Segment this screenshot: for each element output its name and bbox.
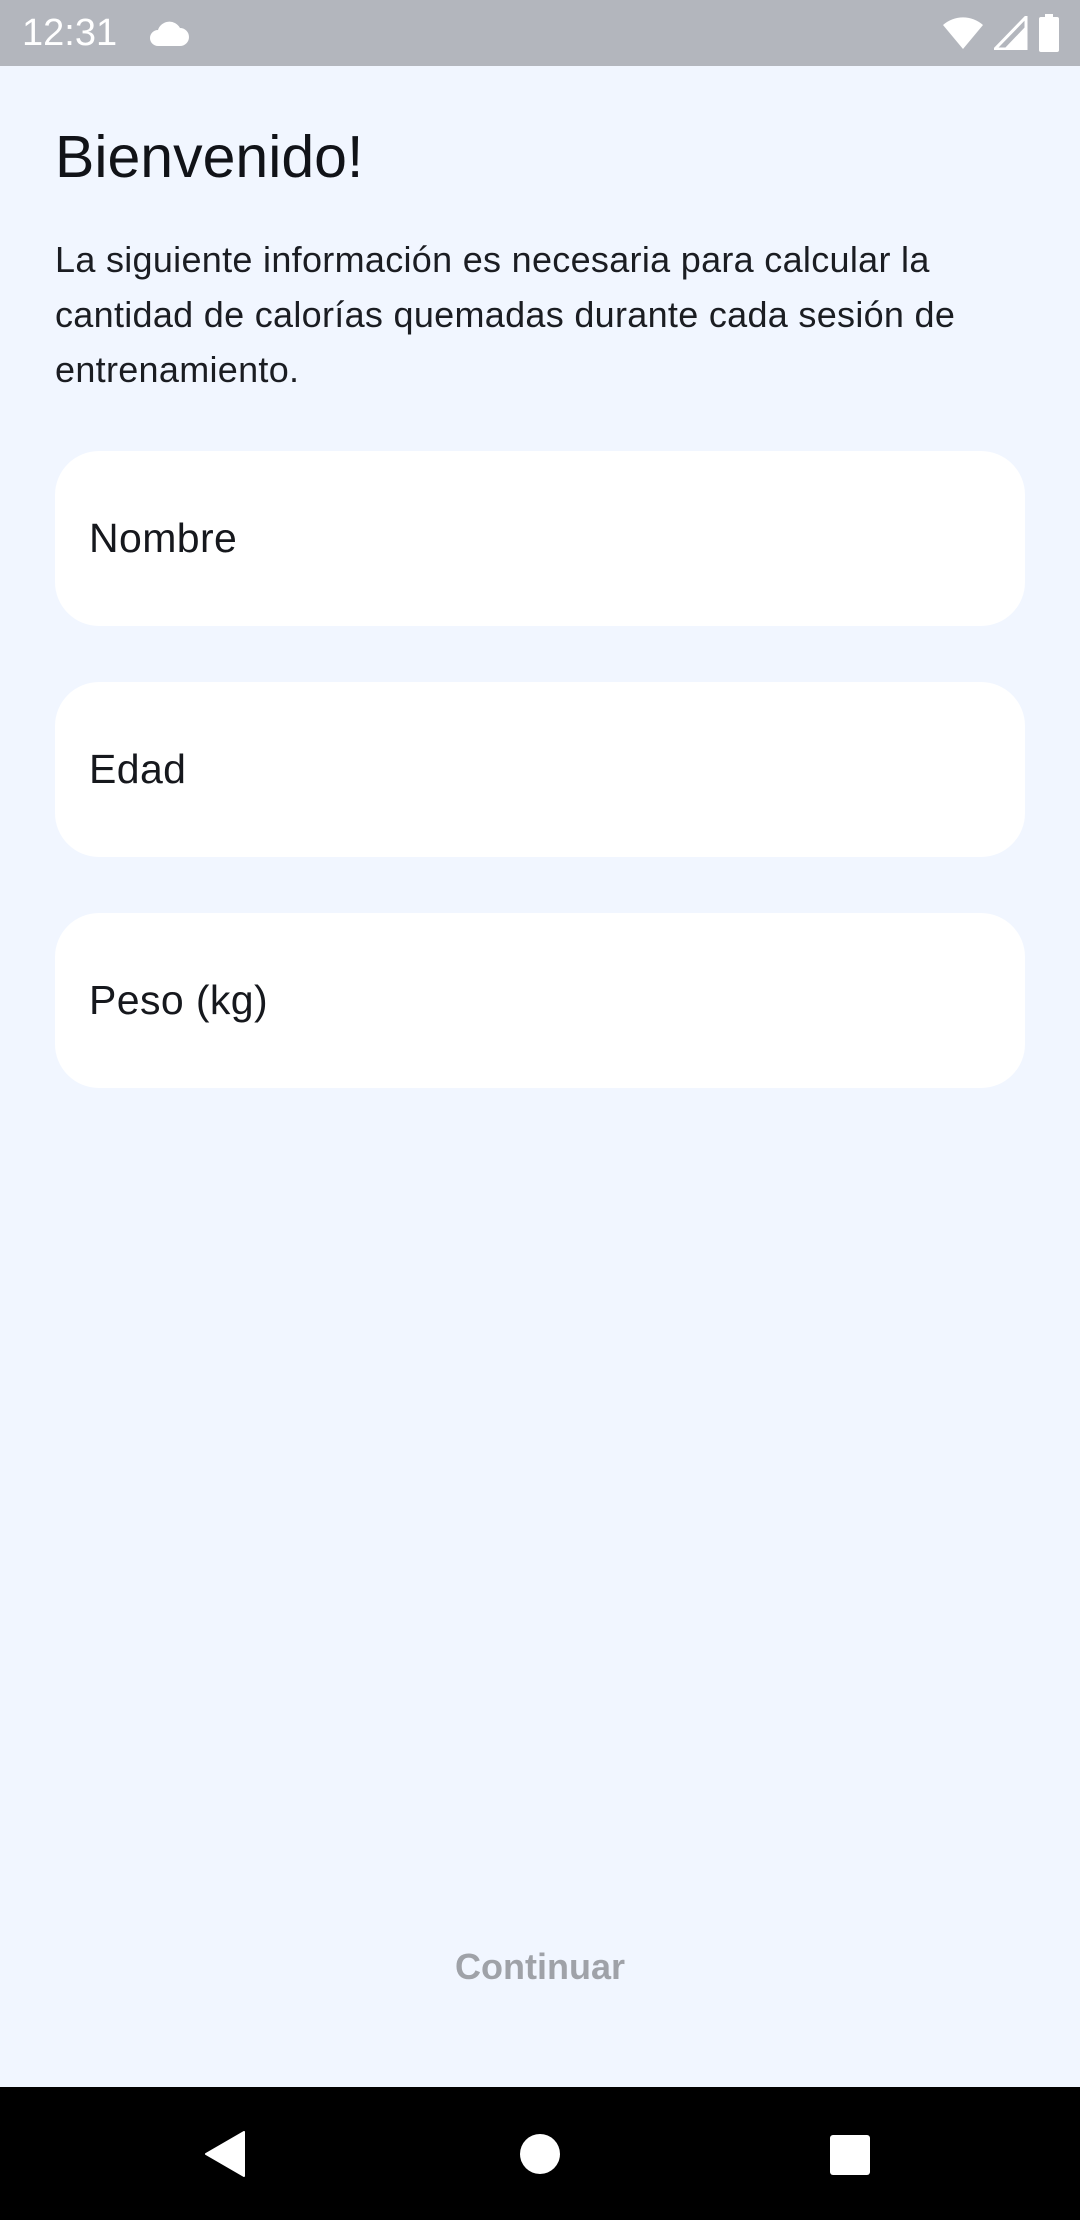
wifi-icon [943, 17, 983, 49]
back-icon[interactable] [204, 2131, 246, 2177]
continue-button[interactable]: Continuar [390, 1930, 690, 2004]
welcome-section: Bienvenido! La siguiente información es … [55, 66, 1025, 397]
name-field-label: Nombre [89, 515, 238, 561]
cloud-icon [150, 21, 189, 46]
navigation-bar [0, 2087, 1080, 2220]
recents-icon[interactable] [829, 2134, 871, 2176]
status-icons [942, 14, 1060, 52]
page-title: Bienvenido! [55, 124, 364, 190]
age-field[interactable]: Edad [55, 682, 1025, 857]
status-bar: 12:31 [0, 0, 1080, 66]
signal-icon [994, 16, 1028, 50]
status-time: 12:31 [22, 12, 118, 54]
age-field-label: Edad [89, 746, 187, 792]
weight-field-label: Peso (kg) [89, 977, 269, 1023]
screen: 12:31 Bienvenido! La siguiente informaci… [0, 0, 1080, 2220]
page-description: La siguiente información es necesaria pa… [55, 239, 956, 390]
home-icon[interactable] [519, 2133, 561, 2175]
battery-icon [1039, 14, 1059, 52]
weight-field[interactable]: Peso (kg) [55, 913, 1025, 1088]
name-field[interactable]: Nombre [55, 451, 1025, 626]
